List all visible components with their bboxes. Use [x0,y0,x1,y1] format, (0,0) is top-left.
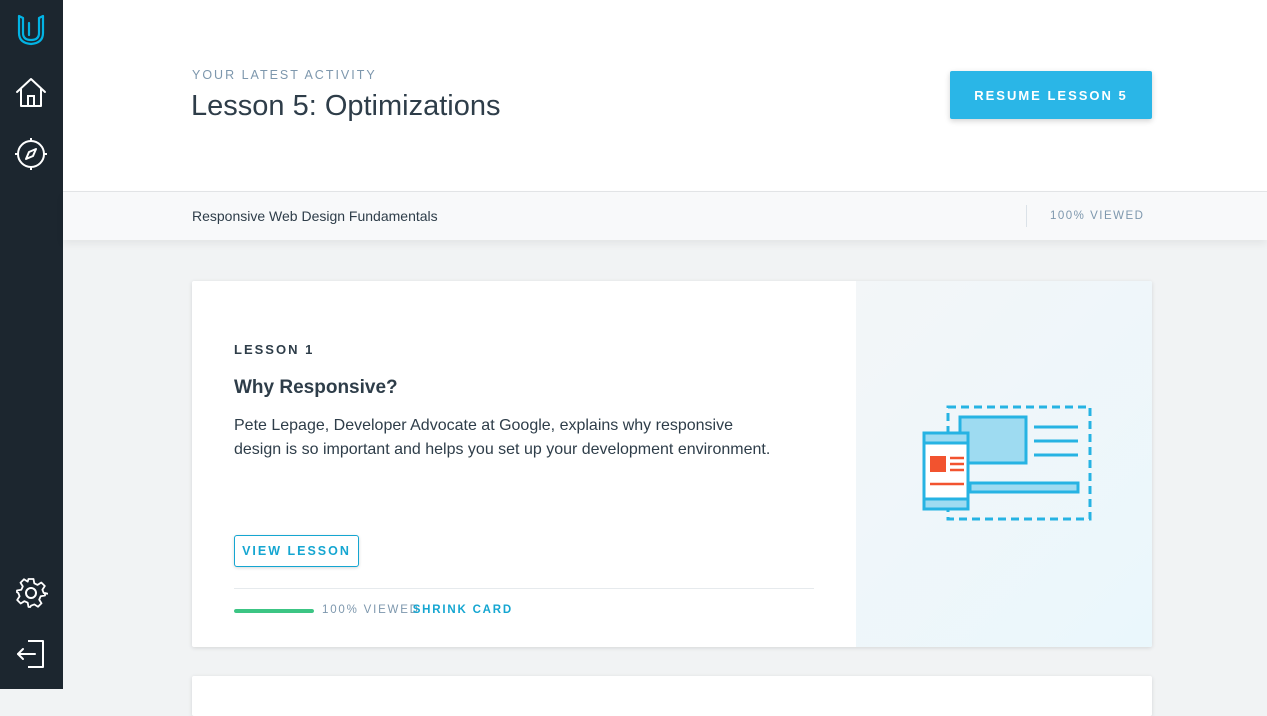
lesson-progress-bar [234,609,314,613]
logout-icon[interactable] [14,637,48,671]
latest-activity-header: YOUR LATEST ACTIVITY Lesson 5: Optimizat… [63,0,1267,192]
resume-lesson-button[interactable]: RESUME LESSON 5 [950,71,1152,119]
lesson-description: Pete Lepage, Developer Advocate at Googl… [234,417,771,458]
home-icon[interactable] [14,76,48,110]
course-progress-label: 100% VIEWED [1050,210,1145,222]
lesson-number: LESSON 1 [234,342,315,357]
divider [1026,205,1027,227]
lesson-card: LESSON 1 Why Responsive? Pete Lepage, De… [192,281,1152,647]
lesson-card [192,676,1152,716]
lesson-illustration-panel [856,281,1152,647]
course-name[interactable]: Responsive Web Design Fundamentals [192,208,438,224]
lesson-progress-fill [234,609,314,613]
lesson-card-content: LESSON 1 Why Responsive? Pete Lepage, De… [192,281,856,647]
shrink-card-link[interactable]: SHRINK CARD [413,604,513,616]
lesson-title: Why Responsive? [234,377,398,398]
udacity-logo-icon[interactable] [14,13,48,47]
page-title: Lesson 5: Optimizations [191,90,501,122]
sidebar [0,0,63,689]
responsive-devices-icon [922,405,1092,521]
latest-activity-label: YOUR LATEST ACTIVITY [192,68,377,82]
divider [234,588,814,589]
course-bar: Responsive Web Design Fundamentals 100% … [63,192,1267,240]
compass-icon[interactable] [14,137,48,171]
lesson-progress-label: 100% VIEWED [322,604,420,616]
gear-icon[interactable] [14,576,48,610]
view-lesson-button[interactable]: VIEW LESSON [234,535,359,567]
